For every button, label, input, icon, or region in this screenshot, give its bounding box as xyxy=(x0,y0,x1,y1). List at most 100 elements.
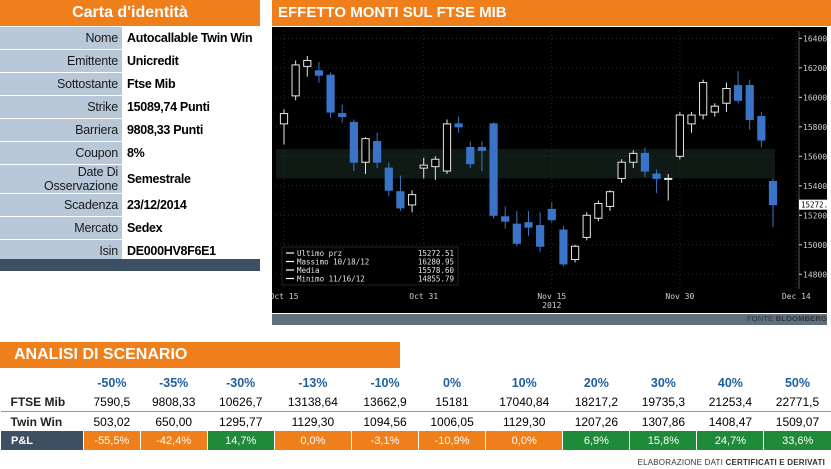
scenario-row: Twin Win 503,02 650,00 1295,77 1129,30 1094,5… xyxy=(1,412,831,432)
source-prefix: FONTE xyxy=(746,314,774,323)
candle-body xyxy=(594,202,603,219)
pl-cell: -10,9% xyxy=(418,431,486,450)
card-row-label: Nome xyxy=(0,27,123,50)
card-row-value: Autocallable Twin Win xyxy=(122,27,260,50)
candle-body xyxy=(291,64,300,97)
scenario-cell: 650,00 xyxy=(155,414,193,429)
candle-body xyxy=(699,82,708,116)
scenario-row: FTSE Mib 7590,5 9808,33 10626,7 13138,64 1366… xyxy=(0,392,831,412)
chart-title: EFFETTO MONTI SUL FTSE MIB xyxy=(272,0,831,26)
candle-body xyxy=(687,114,696,125)
candle-body xyxy=(605,191,615,207)
card-row: Scadenza 23/12/2014 xyxy=(0,193,260,217)
card-row-label: Barriera xyxy=(0,118,123,142)
scenario-cell: 10626,7 xyxy=(207,392,275,412)
scenario-cell: 13662,9 xyxy=(351,392,419,412)
x-tick-label: Nov 15 xyxy=(537,292,566,301)
y-tick-label: 15600 xyxy=(803,152,827,161)
legend-label: Minimo 11/16/12 xyxy=(297,275,365,284)
candle-body xyxy=(664,177,673,180)
candle-body xyxy=(431,158,440,168)
elaboration-name: CERTIFICATI E DERIVATI xyxy=(725,458,825,467)
candle-body xyxy=(757,116,766,141)
card-row-label: Strike xyxy=(0,95,123,119)
y-tick-label: 15400 xyxy=(803,182,827,191)
candle-body xyxy=(477,146,487,151)
legend-value: 14855.79 xyxy=(418,275,454,284)
candle-body xyxy=(745,85,754,120)
candle-body xyxy=(536,225,545,247)
candle-body xyxy=(675,114,684,157)
x-tick-label: Oct 15 xyxy=(272,292,299,301)
pl-cell: 33,6% xyxy=(763,431,831,450)
scenario-cell: 15181 xyxy=(418,392,486,412)
candle-body xyxy=(512,223,521,244)
pl-row: P&L -55,5% -42,4% 14,7% 0,0% -3,1% -10,9% 0,0% 6… xyxy=(0,431,831,450)
scenario-cell: 1307,86 xyxy=(641,414,686,429)
card-row-label: Scadenza xyxy=(0,193,123,217)
scenario-percent: -13% xyxy=(298,375,328,390)
x-tick-label: Oct 31 xyxy=(409,292,438,301)
card-title: Carta d'identità xyxy=(0,0,260,26)
card-row-value: 23/12/2014 xyxy=(122,193,260,217)
card-row-value: Unicredit xyxy=(122,49,260,73)
scenario-table: -50% -35% -30% -13% -10% 0% 10% 20% 30% 40% 50% FTS… xyxy=(0,373,831,450)
scenario-cell: 19735,3 xyxy=(629,392,697,412)
scenario-cell: 18217,2 xyxy=(562,392,630,412)
scenario-cell: 22771,5 xyxy=(763,392,831,412)
scenario-percent: 40% xyxy=(717,375,743,390)
scenario-cell: 1207,26 xyxy=(574,414,619,429)
candle-body xyxy=(361,138,370,163)
pl-cell: 14,7% xyxy=(206,431,275,450)
candle-body xyxy=(454,123,463,128)
pl-cell: 24,7% xyxy=(696,431,764,450)
candle-body xyxy=(314,70,324,76)
candle-body xyxy=(640,152,650,172)
card-row-value: 8% xyxy=(122,141,260,165)
candle-body xyxy=(582,214,591,238)
candle-body xyxy=(373,141,382,163)
source-name: BLOOMBERG xyxy=(775,314,827,323)
scenario-percent: -35% xyxy=(159,375,189,390)
candlestick-chart: 14800 15000 15200 15400 15600 15800 16000 16200… xyxy=(272,27,827,313)
candle-body xyxy=(303,59,312,67)
scenario-cell: 7590,5 xyxy=(83,392,141,412)
scenario-cell: 21253,4 xyxy=(696,392,764,412)
card-row-value: Sedex xyxy=(122,216,260,240)
pl-label: P&L xyxy=(0,431,84,450)
scenario-percent: 50% xyxy=(784,375,810,390)
candle-body xyxy=(652,173,661,179)
card-row-value: 15089,74 Punti xyxy=(122,95,260,119)
x-tick-label: Nov 30 xyxy=(665,292,694,301)
y-tick-label: 15200 xyxy=(803,211,827,220)
scenario-row-label: Twin Win xyxy=(10,414,63,429)
pl-cell: 0,0% xyxy=(273,431,352,450)
candle-body xyxy=(396,191,405,209)
x-year-label: 2012 xyxy=(542,301,561,310)
card-row-label: Mercato xyxy=(0,216,123,240)
scenario-percent: -50% xyxy=(97,375,127,390)
scenario-cell: 503,02 xyxy=(93,414,131,429)
pl-cell: 6,9% xyxy=(562,431,630,450)
scenario-percent: 0% xyxy=(443,375,462,390)
card-row: Emittente Unicredit xyxy=(0,49,260,73)
identity-card-table: Nome Autocallable Twin Win Emittente Unicre… xyxy=(0,27,260,263)
card-row: Barriera 9808,33 Punti xyxy=(0,118,260,142)
scenario-title: ANALISI DI SCENARIO xyxy=(0,342,400,368)
scenario-cell: 9808,33 xyxy=(140,392,208,412)
candle-body xyxy=(442,123,452,172)
candle-body xyxy=(722,87,731,104)
candle-body xyxy=(733,85,743,101)
candle-body xyxy=(489,123,498,216)
source-credit: FONTE BLOOMBERG xyxy=(700,314,827,323)
pl-cell: 0,0% xyxy=(485,431,563,450)
card-row: Coupon 8% xyxy=(0,141,260,165)
scenario-cell: 1129,30 xyxy=(291,414,335,429)
y-tick-label: 14800 xyxy=(803,270,827,279)
card-footer-bar xyxy=(0,259,260,271)
card-row-value: Semestrale xyxy=(122,164,260,194)
scenario-percent: 10% xyxy=(511,375,537,390)
pl-cell: 15,8% xyxy=(629,431,697,450)
x-tick-label: Dec 14 xyxy=(782,292,811,301)
card-row-label: Date Di Osservazione xyxy=(0,164,123,194)
